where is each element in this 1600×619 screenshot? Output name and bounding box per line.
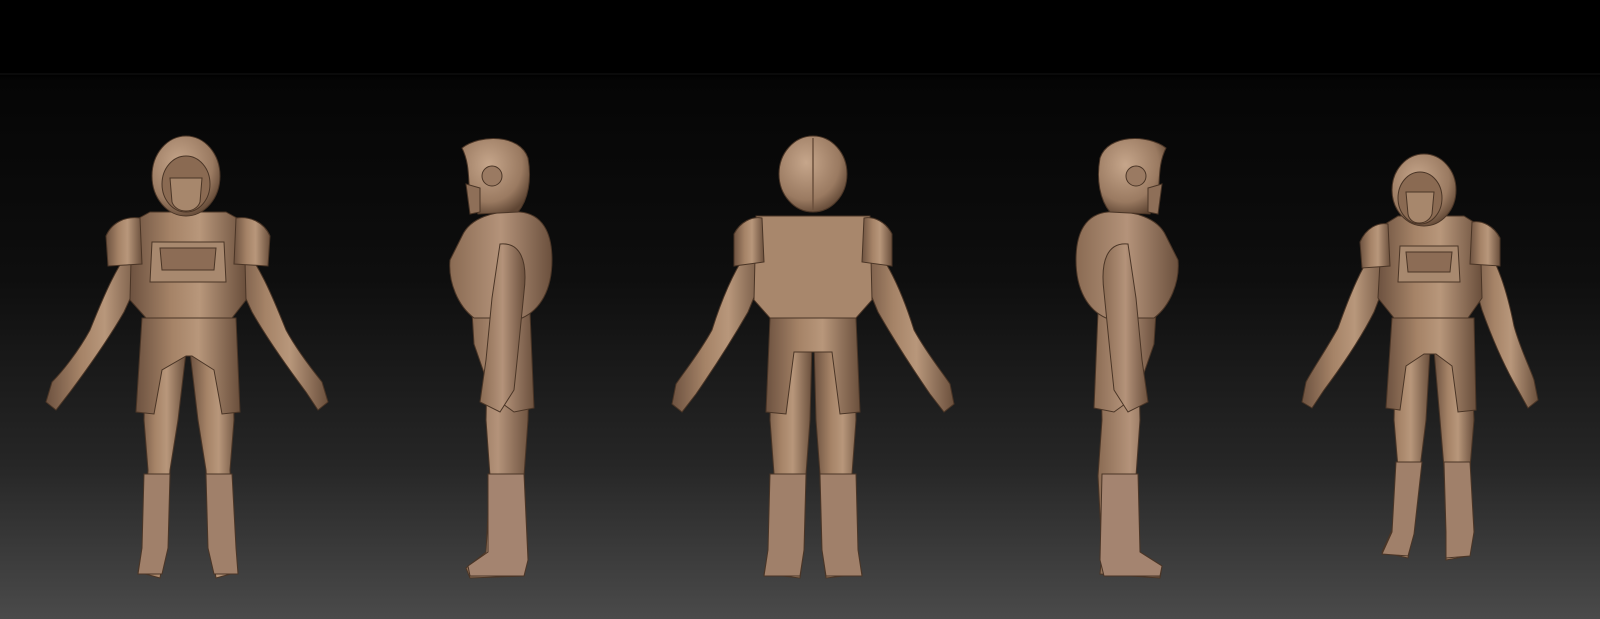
- sculpt-turnaround-render: [0, 0, 1600, 619]
- render-canvas: [0, 0, 1600, 619]
